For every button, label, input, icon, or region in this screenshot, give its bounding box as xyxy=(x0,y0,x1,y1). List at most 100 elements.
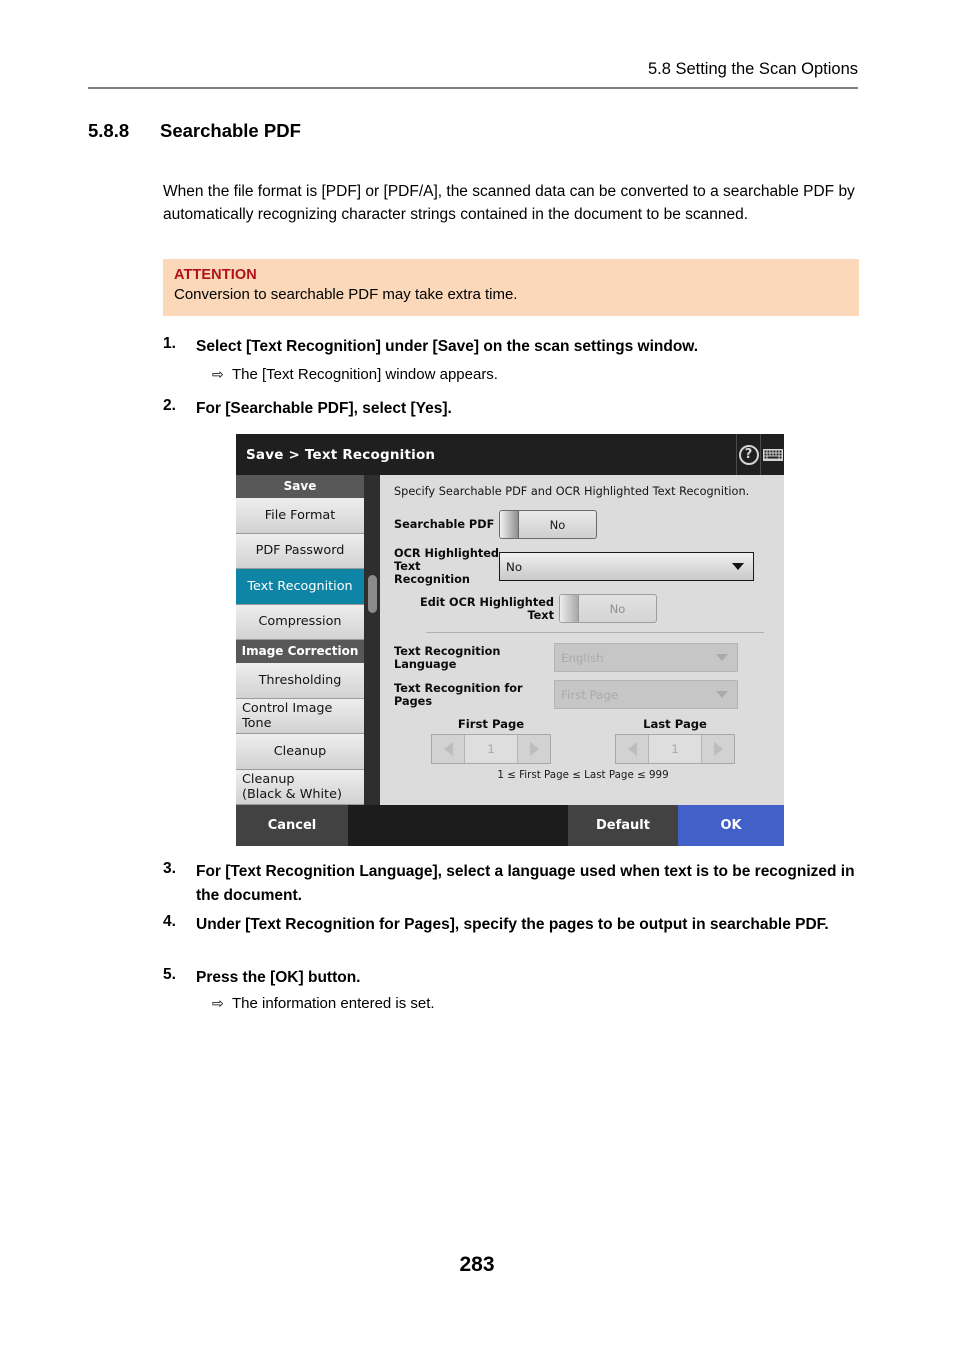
last-page-label: Last Page xyxy=(643,717,707,731)
sidebar-item-thresholding[interactable]: Thresholding xyxy=(236,663,364,699)
chevron-down-icon xyxy=(732,563,744,570)
attention-callout: ATTENTION Conversion to searchable PDF m… xyxy=(163,259,859,316)
page-title: Searchable PDF xyxy=(160,120,301,141)
field-text-recognition-for-pages: Text Recognition for Pages First Page xyxy=(394,680,772,709)
page-header: 5.8 Setting the Scan Options xyxy=(88,60,858,89)
panel-divider xyxy=(426,632,764,633)
step-2: 2. For [Searchable PDF], select [Yes]. xyxy=(163,397,863,421)
first-page-label: First Page xyxy=(457,717,525,731)
page-number: 283 xyxy=(459,1253,495,1276)
step-3: 3. For [Text Recognition Language], sele… xyxy=(163,860,863,908)
field-edit-ocr-highlighted: Edit OCR Highlighted Text No xyxy=(394,594,772,623)
sidebar-item-label: Cleanup xyxy=(242,771,295,787)
device-sidebar: Save File Format PDF Password Text Recog… xyxy=(236,475,364,805)
sidebar-item-label: Text Recognition xyxy=(247,578,353,594)
page-range-steppers: First Page 1 Last Page 1 xyxy=(394,717,772,764)
default-button[interactable]: Default xyxy=(568,805,678,846)
sidebar-item-control-image-tone[interactable]: Control Image Tone xyxy=(236,698,364,734)
last-page-value: 1 xyxy=(649,735,701,763)
sidebar-item-label: Cleanup xyxy=(273,743,327,759)
field-text-recognition-language: Text Recognition Language English xyxy=(394,643,772,672)
sidebar-item-compression[interactable]: Compression xyxy=(236,604,364,640)
searchable-pdf-toggle[interactable]: No xyxy=(499,510,597,539)
field-ocr-highlighted: OCR Highlighted Text Recognition No xyxy=(394,547,772,586)
section-heading: 5.8.8 Searchable PDF xyxy=(88,120,868,142)
ok-button[interactable]: OK xyxy=(678,805,784,846)
step-3-text: For [Text Recognition Language], select … xyxy=(196,863,855,904)
triangle-left-icon xyxy=(627,742,637,756)
panel-description: Specify Searchable PDF and OCR Highlight… xyxy=(394,485,750,498)
last-page-group: Last Page 1 xyxy=(615,717,735,764)
cancel-button[interactable]: Cancel xyxy=(236,805,348,846)
sidebar-item-label: Thresholding xyxy=(258,672,342,688)
step-4-number: 4. xyxy=(163,913,176,930)
last-page-decrement-button xyxy=(616,735,649,763)
titlebar-icon-group: ? xyxy=(736,434,784,475)
sidebar-item-cleanup-black-white[interactable]: Cleanup (Black & White) xyxy=(236,769,364,805)
first-page-increment-button xyxy=(517,735,550,763)
language-dropdown: English xyxy=(554,643,738,672)
keyboard-button[interactable] xyxy=(760,434,784,475)
device-titlebar: Save > Text Recognition ? xyxy=(236,434,784,475)
device-screenshot: Save > Text Recognition ? Save File Form… xyxy=(236,434,784,846)
first-page-group: First Page 1 xyxy=(431,717,551,764)
step-2-text: For [Searchable PDF], select [Yes]. xyxy=(196,400,452,417)
keyboard-icon xyxy=(762,448,783,461)
step-1-text: Select [Text Recognition] under [Save] o… xyxy=(196,338,699,355)
attention-body: Conversion to searchable PDF may take ex… xyxy=(174,286,518,303)
step-4-text: Under [Text Recognition for Pages], spec… xyxy=(196,916,829,933)
header-divider xyxy=(88,87,858,89)
section-number: 5.8.8 xyxy=(88,120,130,141)
searchable-pdf-label: Searchable PDF xyxy=(394,518,495,531)
help-circle-icon: ? xyxy=(738,444,759,465)
sidebar-scrollbar-thumb[interactable] xyxy=(368,575,377,613)
sidebar-item-label-line2: (Black & White) xyxy=(242,786,342,802)
sidebar-scrollbar[interactable] xyxy=(364,475,380,805)
settings-panel: Specify Searchable PDF and OCR Highlight… xyxy=(380,475,784,805)
intro-paragraph: When the file format is [PDF] or [PDF/A]… xyxy=(163,183,855,223)
language-value: English xyxy=(561,650,604,665)
ocr-highlighted-label: OCR Highlighted Text Recognition xyxy=(394,547,499,586)
step-1-result: ⇨ The [Text Recognition] window appears. xyxy=(212,366,498,383)
device-body: Save File Format PDF Password Text Recog… xyxy=(236,475,784,805)
for-pages-label: Text Recognition for Pages xyxy=(394,681,523,708)
sidebar-item-label-line2: Tone xyxy=(242,715,272,731)
arrow-icon: ⇨ xyxy=(212,995,224,1011)
toggle-knob xyxy=(500,511,519,538)
first-page-stepper: 1 xyxy=(431,734,551,764)
triangle-left-icon xyxy=(443,742,453,756)
first-page-decrement-button xyxy=(432,735,465,763)
edit-ocr-toggle: No xyxy=(559,594,657,623)
sidebar-item-cleanup[interactable]: Cleanup xyxy=(236,734,364,770)
step-5-result-text: The information entered is set. xyxy=(232,995,435,1012)
sidebar-item-label: File Format xyxy=(264,507,336,523)
chevron-down-icon xyxy=(716,654,728,661)
ocr-highlighted-label-line1: OCR Highlighted xyxy=(394,547,500,560)
edit-ocr-label: Edit OCR Highlighted Text xyxy=(419,595,554,622)
ocr-highlighted-dropdown[interactable]: No xyxy=(499,552,754,581)
sidebar-item-text-recognition[interactable]: Text Recognition xyxy=(236,569,364,605)
language-label: Text Recognition Language xyxy=(394,644,501,671)
device-footer: Cancel Default OK xyxy=(236,805,784,846)
last-page-increment-button xyxy=(701,735,734,763)
sidebar-item-pdf-password[interactable]: PDF Password xyxy=(236,533,364,569)
sidebar-item-file-format[interactable]: File Format xyxy=(236,498,364,534)
step-5-number: 5. xyxy=(163,966,176,983)
step-4: 4. Under [Text Recognition for Pages], s… xyxy=(163,913,863,937)
edit-ocr-value: No xyxy=(609,601,626,616)
for-pages-dropdown: First Page xyxy=(554,680,738,709)
help-button[interactable]: ? xyxy=(736,434,760,475)
step-5-text: Press the [OK] button. xyxy=(196,969,361,986)
toggle-knob xyxy=(560,595,579,622)
running-head: 5.8 Setting the Scan Options xyxy=(647,60,858,78)
sidebar-group-save: Save xyxy=(236,475,364,498)
device-title: Save > Text Recognition xyxy=(246,446,436,463)
for-pages-value: First Page xyxy=(561,687,619,702)
step-5-result: ⇨ The information entered is set. xyxy=(212,995,435,1012)
arrow-icon: ⇨ xyxy=(212,366,224,382)
sidebar-item-label: Compression xyxy=(258,614,342,630)
step-1-result-text: The [Text Recognition] window appears. xyxy=(232,366,498,383)
ocr-highlighted-value: No xyxy=(506,559,523,574)
step-1: 1. Select [Text Recognition] under [Save… xyxy=(163,335,863,359)
sidebar-group-image-correction: Image Correction xyxy=(236,640,364,663)
